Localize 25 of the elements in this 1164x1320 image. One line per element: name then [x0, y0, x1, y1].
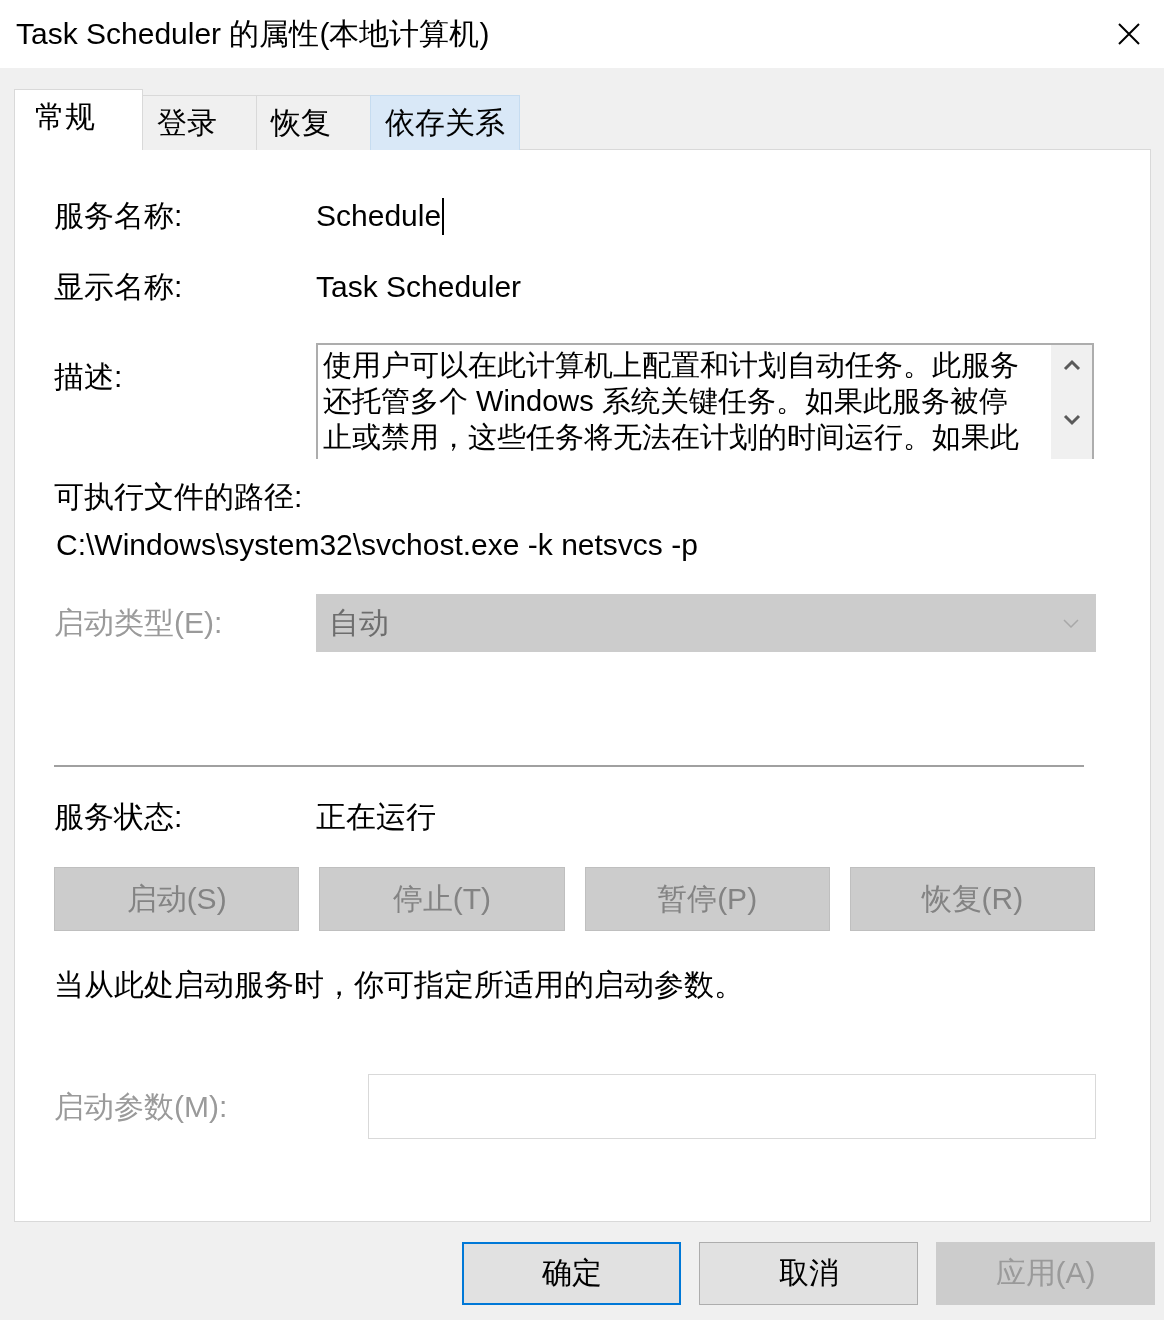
- dialog-button[interactable]: 确定: [462, 1242, 681, 1305]
- dialog-button[interactable]: 取消: [699, 1242, 918, 1305]
- window-title: Task Scheduler 的属性(本地计算机): [16, 15, 490, 52]
- service-name-value: Schedule: [316, 198, 442, 234]
- field-label: 启动参数(M):: [54, 1088, 229, 1125]
- tab[interactable]: 依存关系: [370, 95, 520, 150]
- display-name-value: Task Scheduler: [316, 269, 522, 305]
- chevron-down-icon[interactable]: [1062, 414, 1081, 426]
- close-icon: [1118, 23, 1140, 45]
- hint-text: 当从此处启动服务时，你可指定所适用的启动参数。: [54, 967, 744, 1003]
- tab[interactable]: 登录: [142, 95, 257, 150]
- chevron-down-icon: [1063, 618, 1079, 628]
- field-label: 描述:: [54, 359, 124, 395]
- field-label: 可执行文件的路径:: [54, 479, 303, 515]
- field-label: 启动类型(E):: [54, 605, 224, 641]
- tab[interactable]: 恢复: [256, 95, 371, 150]
- chevron-up-icon[interactable]: [1062, 359, 1081, 371]
- executable-path: C:\Windows\system32\svchost.exe -k netsvcs -p: [55, 527, 698, 563]
- field-label: 显示名称:: [54, 269, 184, 305]
- field-label: 服务名称:: [54, 198, 184, 234]
- field-label: 服务状态:: [54, 799, 184, 835]
- close-button[interactable]: [1118, 23, 1140, 45]
- description-field[interactable]: 使用户可以在此计算机上配置和计划自动任务。此服务 还托管多个 Windows 系统关键任务。如果此服务被停 止或禁用，这些任务将无法在计划的时间运行。如果此: [316, 343, 1094, 459]
- tab[interactable]: 常规: [14, 89, 143, 150]
- service-status: 正在运行: [316, 799, 436, 835]
